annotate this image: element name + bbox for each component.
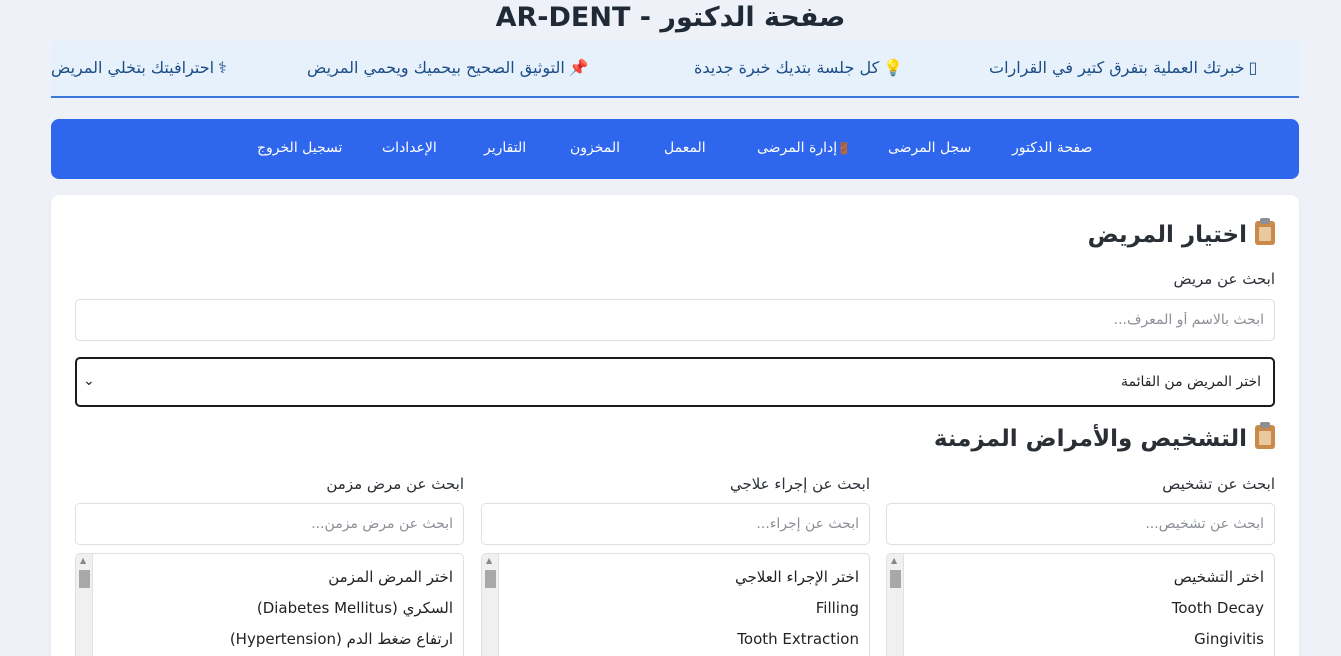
ticker-item: 💡كل جلسة بتديك خبرة جديدة [694,58,903,77]
scroll-up-icon[interactable]: ▲ [80,556,86,565]
ticker-text: خبرتك العملية بتفرق كتير في القرارات [989,58,1245,77]
tips-ticker: ⚕احترافيتك بتخلي المريض 📌التوثيق الصحيح … [51,41,1299,98]
list-option[interactable]: اختر الإجراء العلاجي [735,568,859,586]
clipboard-icon [1255,422,1275,449]
nav-item-settings[interactable]: الإعدادات [382,140,437,156]
list-option[interactable]: Gingivitis [1194,630,1264,648]
nav-item-patient-management[interactable]: 🚪إدارة المرضى [757,140,851,156]
nav-item-lab[interactable]: المعمل [664,140,706,156]
stethoscope-icon: ⚕ [218,58,227,77]
nav-item-inventory[interactable]: المخزون [570,140,620,156]
ticker-item: ⚕احترافيتك بتخلي المريض [51,58,227,77]
page-title: AR-DENT - صفحة الدكتور [495,2,846,33]
ticker-text: كل جلسة بتديك خبرة جديدة [694,58,880,77]
scrollbar-thumb[interactable] [485,570,496,588]
scrollbar[interactable]: ▲ [887,554,904,656]
nav-item-reports[interactable]: التقارير [484,140,526,156]
chevron-down-icon: ⌄ [83,373,95,389]
scrollbar[interactable]: ▲ [482,554,499,656]
pushpin-icon: 📌 [568,58,589,77]
diagnosis-search-label: ابحث عن تشخيص [1162,475,1275,493]
main-navbar: صفحة الدكتور سجل المرضى 🚪إدارة المرضى ال… [51,119,1299,179]
clipboard-icon [1255,218,1275,245]
main-card: اختيار المريض ابحث عن مريض اختر المريض م… [51,195,1299,656]
list-option[interactable]: ارتفاع ضغط الدم (Hypertension) [230,630,453,648]
scrollbar-thumb[interactable] [79,570,90,588]
chronic-search-input[interactable] [75,503,464,545]
diagnosis-section-title: التشخيص والأمراض المزمنة [933,422,1275,452]
procedure-search-input[interactable] [481,503,870,545]
list-option[interactable]: اختر التشخيص [1174,568,1264,586]
list-option[interactable]: اختر المرض المزمن [328,568,453,586]
scroll-up-icon[interactable]: ▲ [486,556,492,565]
nav-item-doctor-page[interactable]: صفحة الدكتور [1012,140,1092,156]
patient-select-value: اختر المريض من القائمة [1120,374,1261,390]
nav-item-label: إدارة المرضى [757,140,838,156]
nav-item-logout[interactable]: تسجيل الخروج [257,140,342,156]
scrollbar[interactable]: ▲ [76,554,93,656]
section-title-text: اختيار المريض [1087,222,1247,248]
nav-item-patient-records[interactable]: سجل المرضى [888,140,971,156]
missing-glyph-icon: ▯ [1248,58,1258,77]
scrollbar-thumb[interactable] [890,570,901,588]
patient-select[interactable]: اختر المريض من القائمة ⌄ [75,357,1275,407]
list-option[interactable]: Tooth Decay [1172,599,1264,617]
diagnosis-listbox[interactable]: ▲ اختر التشخيص Tooth Decay Gingivitis [886,553,1275,656]
diagnosis-search-input[interactable] [886,503,1275,545]
procedure-listbox[interactable]: ▲ اختر الإجراء العلاجي Filling Tooth Ext… [481,553,870,656]
patient-search-input[interactable] [75,299,1275,341]
lightbulb-icon: 💡 [883,58,904,77]
patient-search-label: ابحث عن مريض [1173,270,1275,288]
ticker-item: ▯خبرتك العملية بتفرق كتير في القرارات [989,58,1257,77]
list-option[interactable]: السكري (Diabetes Mellitus) [257,599,453,617]
procedure-search-label: ابحث عن إجراء علاجي [729,475,870,493]
list-option[interactable]: Tooth Extraction [737,630,859,648]
chronic-listbox[interactable]: ▲ اختر المرض المزمن السكري (Diabetes Mel… [75,553,464,656]
patient-section-title: اختيار المريض [1087,218,1275,248]
scroll-up-icon[interactable]: ▲ [891,556,897,565]
door-icon: 🚪 [837,142,851,155]
list-option[interactable]: Filling [816,599,859,617]
ticker-text: التوثيق الصحيح بيحميك ويحمي المريض [307,58,565,77]
ticker-text: احترافيتك بتخلي المريض [51,58,215,77]
chronic-search-label: ابحث عن مرض مزمن [326,475,464,493]
ticker-item: 📌التوثيق الصحيح بيحميك ويحمي المريض [307,58,589,77]
section-title-text: التشخيص والأمراض المزمنة [933,426,1247,452]
